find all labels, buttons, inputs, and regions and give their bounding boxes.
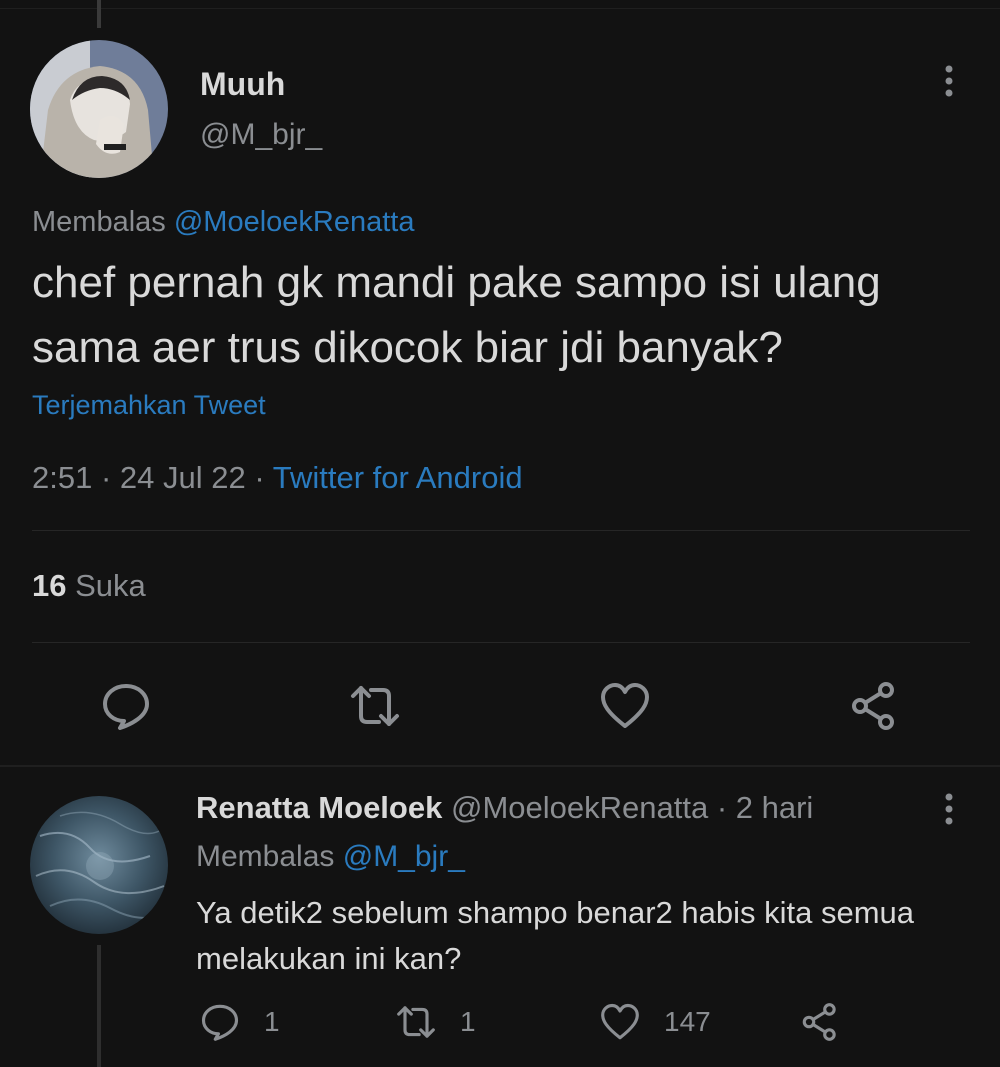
more-options-icon[interactable] <box>935 62 963 102</box>
thread-connector-bottom <box>97 945 101 1067</box>
tweet-text: chef pernah gk mandi pake sampo isi ulan… <box>32 250 972 380</box>
retweet-icon <box>397 1006 435 1038</box>
translate-tweet-link[interactable]: Terjemahkan Tweet <box>32 390 266 421</box>
more-options-icon[interactable] <box>935 790 963 830</box>
divider <box>32 530 970 531</box>
avatar-main[interactable] <box>30 40 168 178</box>
reply-text-line: melakukan ini kan? <box>196 941 462 976</box>
reply-replying-to: Membalas @M_bjr_ <box>196 840 465 874</box>
like-count: 147 <box>664 1006 711 1037</box>
tweet-source-link[interactable]: Twitter for Android <box>273 460 523 495</box>
heart-icon <box>601 1003 639 1040</box>
heart-icon[interactable] <box>597 678 653 734</box>
tweet-date: 24 Jul 22 <box>119 460 246 495</box>
meta-separator: · <box>716 790 728 825</box>
replying-mention-link[interactable]: @MoeloekRenatta <box>174 206 415 238</box>
reply-action[interactable]: 1 <box>198 1000 280 1044</box>
share-action[interactable] <box>798 1000 842 1044</box>
reply-bubble-icon <box>201 1004 239 1041</box>
meta-separator: · <box>254 460 273 495</box>
divider <box>32 642 970 643</box>
reply-text: Ya detik2 sebelum shampo benar2 habis ki… <box>196 890 976 982</box>
tweet-metadata: 2:51 · 24 Jul 22 · Twitter for Android <box>32 460 523 496</box>
retweet-icon[interactable] <box>347 678 403 734</box>
reply-age: 2 hari <box>735 790 814 825</box>
replying-to: Membalas @MoeloekRenatta <box>32 206 414 239</box>
author-handle[interactable]: @M_bjr_ <box>200 118 322 152</box>
meta-separator: · <box>100 460 120 495</box>
reply-header: Renatta Moeloek @MoeloekRenatta · 2 hari <box>196 790 813 826</box>
retweet-count: 1 <box>460 1006 476 1037</box>
tweet-text-line: sama aer trus dikocok biar jdi banyak? <box>32 323 783 372</box>
tweet-time: 2:51 <box>32 460 93 495</box>
retweet-action[interactable]: 1 <box>394 1000 476 1044</box>
top-divider <box>0 8 1000 9</box>
likes-label: Suka <box>75 568 146 603</box>
avatar-reply[interactable] <box>30 796 168 934</box>
reply-author-handle[interactable]: @MoeloekRenatta <box>451 790 708 825</box>
share-icon[interactable] <box>846 678 902 734</box>
likes-summary[interactable]: 16 Suka <box>32 568 146 604</box>
likes-count: 16 <box>32 568 67 603</box>
like-action[interactable]: 147 <box>598 1000 711 1044</box>
replying-mention-link[interactable]: @M_bjr_ <box>343 840 465 873</box>
reply-author-name[interactable]: Renatta Moeloek <box>196 790 442 825</box>
reply-text-line: Ya detik2 sebelum shampo benar2 habis ki… <box>196 895 915 930</box>
tweet-separator <box>0 765 1000 767</box>
replying-prefix: Membalas <box>196 840 335 873</box>
share-icon <box>802 1003 836 1041</box>
tweet-text-line: chef pernah gk mandi pake sampo isi ulan… <box>32 258 881 307</box>
thread-connector-top <box>97 0 101 28</box>
reply-bubble-icon[interactable] <box>98 678 154 734</box>
author-name[interactable]: Muuh <box>200 66 285 103</box>
reply-count: 1 <box>264 1006 280 1037</box>
replying-prefix: Membalas <box>32 206 166 238</box>
